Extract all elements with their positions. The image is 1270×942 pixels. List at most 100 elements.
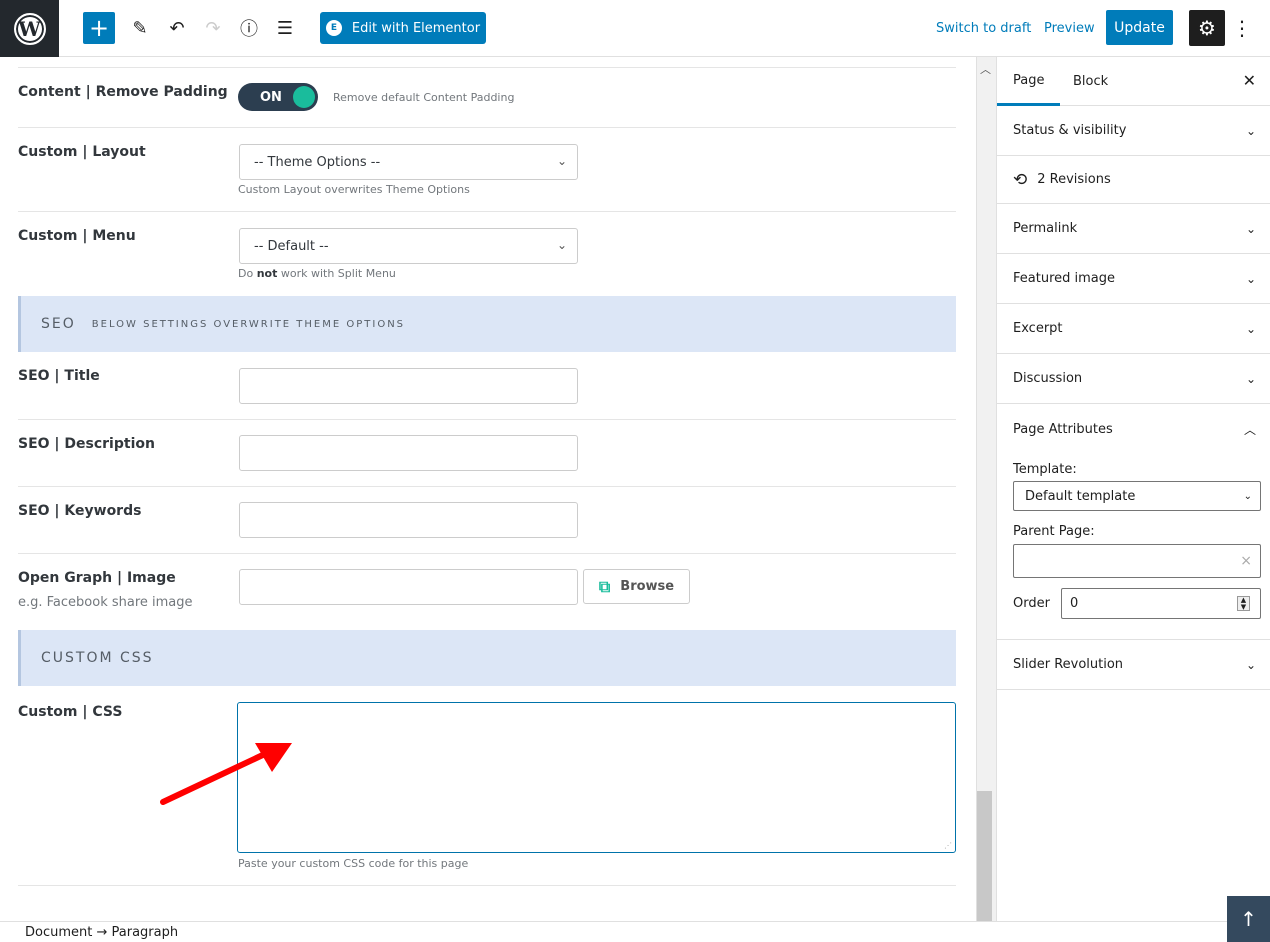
outline-button[interactable]: ☰ xyxy=(269,12,301,44)
history-icon: ⟲ xyxy=(1013,169,1028,190)
row-custom-menu: Custom | Menu -- Default -- ⌄ Do not wor… xyxy=(18,212,956,296)
elementor-icon: E xyxy=(325,20,342,36)
scroll-up-icon[interactable]: ︿ xyxy=(980,61,991,77)
custom-css-section-header: CUSTOM CSS xyxy=(18,630,956,686)
clear-icon[interactable]: × xyxy=(1240,553,1252,569)
seo-keywords-label: SEO | Keywords xyxy=(18,503,142,519)
order-input[interactable]: 0 ▲ ▼ xyxy=(1061,588,1261,619)
block-breadcrumb: Document → Paragraph xyxy=(0,921,1270,942)
custom-css-label: Custom | CSS xyxy=(18,704,123,720)
close-icon[interactable]: ✕ xyxy=(1243,71,1256,90)
row-remove-padding: Content | Remove Padding ON Remove defau… xyxy=(18,68,956,128)
seo-keywords-input[interactable] xyxy=(239,502,578,538)
custom-menu-label: Custom | Menu xyxy=(18,228,136,244)
template-select[interactable]: Default template ⌄ xyxy=(1013,481,1261,511)
list-view-icon: ☰ xyxy=(276,17,294,39)
wordpress-icon: W xyxy=(13,12,46,45)
custom-css-hint: Paste your custom CSS code for this page xyxy=(238,857,469,870)
spinner-icon[interactable]: ▲ ▼ xyxy=(1237,596,1250,611)
scroll-to-top-button[interactable]: ↑ xyxy=(1227,896,1270,942)
panel-slider-revolution[interactable]: Slider Revolution ⌄ xyxy=(997,640,1270,690)
scrollbar-thumb[interactable] xyxy=(977,791,992,921)
details-button[interactable]: ⓘ xyxy=(233,12,265,44)
custom-layout-label: Custom | Layout xyxy=(18,144,146,160)
sidebar-tabs: Page Block ✕ xyxy=(997,57,1270,106)
seo-section-title: SEO xyxy=(41,316,76,332)
content-scrollbar[interactable]: ︿ xyxy=(976,57,996,921)
og-image-label: Open Graph | Image xyxy=(18,570,176,586)
chevron-up-icon: ︿ xyxy=(1243,422,1256,437)
toggle-knob xyxy=(293,86,315,108)
chevron-down-icon: ⌄ xyxy=(1245,221,1256,236)
chevron-down-icon: ⌄ xyxy=(1245,371,1256,386)
add-block-button[interactable]: + xyxy=(83,12,115,44)
chevron-down-icon: ⌄ xyxy=(1245,271,1256,286)
settings-sidebar: Page Block ✕ Status & visibility ⌄ ⟲ 2 Rev… xyxy=(996,57,1270,921)
seo-description-input[interactable] xyxy=(239,435,578,471)
custom-menu-select[interactable]: -- Default -- ⌄ xyxy=(239,228,578,264)
editor-topbar: W + ✎ ↶ ↷ ⓘ ☰ E Edit with Elementor Swit… xyxy=(0,0,1270,57)
panel-excerpt[interactable]: Excerpt ⌄ xyxy=(997,304,1270,354)
gear-icon: ⚙ xyxy=(1198,16,1216,40)
chevron-down-icon: ⌄ xyxy=(556,238,567,252)
og-image-input[interactable] xyxy=(239,569,578,605)
custom-layout-select[interactable]: -- Theme Options -- ⌄ xyxy=(239,144,578,180)
breadcrumb-path[interactable]: Document → Paragraph xyxy=(25,925,178,940)
more-options-button[interactable]: ⋮ xyxy=(1230,12,1254,44)
update-button[interactable]: Update xyxy=(1106,10,1173,45)
remove-padding-hint: Remove default Content Padding xyxy=(333,91,515,104)
plus-icon: + xyxy=(88,14,110,42)
undo-icon: ↶ xyxy=(169,17,185,39)
page-attributes-toggle[interactable]: Page Attributes ︿ xyxy=(997,404,1270,454)
redo-icon: ↷ xyxy=(205,17,221,39)
more-vertical-icon: ⋮ xyxy=(1232,16,1252,40)
panel-featured-image[interactable]: Featured image ⌄ xyxy=(997,254,1270,304)
settings-button[interactable]: ⚙ xyxy=(1189,10,1225,46)
row-seo-keywords: SEO | Keywords xyxy=(18,487,956,554)
tools-button[interactable]: ✎ xyxy=(124,12,156,44)
edit-with-elementor-button[interactable]: E Edit with Elementor xyxy=(320,12,486,44)
chevron-down-icon: ⌄ xyxy=(1245,657,1256,672)
parent-page-label: Parent Page: xyxy=(1013,524,1095,539)
info-icon: ⓘ xyxy=(240,19,258,40)
panel-revisions[interactable]: ⟲ 2 Revisions xyxy=(997,156,1270,204)
row-seo-title: SEO | Title xyxy=(18,352,956,420)
browse-button[interactable]: ⧉ Browse xyxy=(583,569,690,604)
seo-description-label: SEO | Description xyxy=(18,436,155,452)
pencil-icon: ✎ xyxy=(132,17,148,39)
remove-padding-toggle[interactable]: ON xyxy=(238,83,318,111)
chevron-down-icon: ⌄ xyxy=(1243,490,1252,502)
tab-block[interactable]: Block xyxy=(1057,57,1124,106)
redo-button[interactable]: ↷ xyxy=(197,12,229,44)
panel-permalink[interactable]: Permalink ⌄ xyxy=(997,204,1270,254)
custom-menu-value: -- Default -- xyxy=(254,238,329,254)
chevron-down-icon: ⌄ xyxy=(556,154,567,168)
template-label: Template: xyxy=(1013,462,1077,477)
chevron-down-icon: ⌄ xyxy=(1245,321,1256,336)
seo-section-header: SEO BELOW SETTINGS OVERWRITE THEME OPTIO… xyxy=(18,296,956,352)
panel-status-visibility[interactable]: Status & visibility ⌄ xyxy=(997,106,1270,156)
arrow-up-icon: ↑ xyxy=(1240,907,1257,931)
parent-page-input[interactable]: × xyxy=(1013,544,1261,578)
wordpress-logo-button[interactable]: W xyxy=(0,0,59,57)
elementor-label: Edit with Elementor xyxy=(351,20,481,36)
row-divider-top xyxy=(18,57,956,68)
seo-title-input[interactable] xyxy=(239,368,578,404)
remove-padding-label: Content | Remove Padding xyxy=(18,84,228,100)
resize-handle-icon[interactable]: ⋰ xyxy=(944,841,952,850)
custom-css-section-title: CUSTOM CSS xyxy=(41,650,154,666)
custom-css-textarea[interactable]: ⋰ xyxy=(237,702,956,853)
tab-page[interactable]: Page xyxy=(997,57,1061,106)
undo-button[interactable]: ↶ xyxy=(161,12,193,44)
preview-button[interactable]: Preview xyxy=(1044,12,1095,44)
custom-menu-hint: Do not work with Split Menu xyxy=(238,267,396,280)
row-custom-layout: Custom | Layout -- Theme Options -- ⌄ Cu… xyxy=(18,128,956,212)
panel-discussion[interactable]: Discussion ⌄ xyxy=(997,354,1270,404)
panel-page-attributes: Page Attributes ︿ Template: Default templ… xyxy=(997,404,1270,640)
switch-to-draft-button[interactable]: Switch to draft xyxy=(936,12,1031,44)
seo-title-label: SEO | Title xyxy=(18,368,100,384)
seo-section-subtitle: BELOW SETTINGS OVERWRITE THEME OPTIONS xyxy=(91,318,406,330)
media-icon: ⧉ xyxy=(598,576,611,596)
row-seo-description: SEO | Description xyxy=(18,420,956,487)
og-image-sublabel: e.g. Facebook share image xyxy=(18,595,193,610)
